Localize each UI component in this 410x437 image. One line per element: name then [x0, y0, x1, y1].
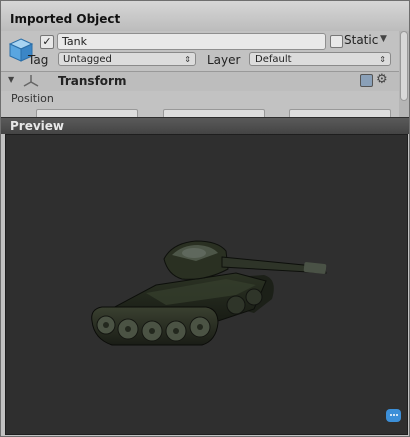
object-name-field[interactable]: Tank: [57, 33, 326, 50]
layer-dropdown[interactable]: Default ⇕: [249, 52, 391, 66]
tank-model-render: [91, 240, 327, 346]
transform-title: Transform: [58, 74, 127, 88]
gear-icon[interactable]: ⚙: [376, 72, 388, 87]
layer-dropdown-arrows-icon: ⇕: [379, 55, 386, 64]
tag-dropdown[interactable]: Untagged ⇕: [58, 52, 196, 66]
tag-dropdown-value: Untagged: [63, 54, 112, 65]
inspector-window: Imported Object ✓ Tank Static ▼ Tag Unta…: [0, 0, 410, 437]
tag-dropdown-arrows-icon: ⇕: [184, 55, 191, 64]
active-checkbox[interactable]: ✓: [40, 35, 54, 49]
model-preview-viewport[interactable]: [5, 134, 408, 435]
inspector-scrollbar-thumb[interactable]: [400, 31, 408, 101]
static-dropdown-arrow-icon[interactable]: ▼: [380, 34, 387, 44]
object-header: ✓ Tank Static ▼ Tag Untagged ⇕ Layer Def…: [1, 31, 409, 71]
inspector-title: Imported Object: [10, 12, 121, 26]
layer-label: Layer: [207, 53, 241, 67]
transform-component-header[interactable]: ▼ Transform ⚙: [1, 71, 409, 91]
preview-header[interactable]: Preview: [1, 117, 409, 134]
static-label: Static: [344, 33, 379, 47]
chat-bubble-icon[interactable]: [386, 409, 401, 422]
transform-axes-icon: [23, 75, 39, 87]
static-checkbox[interactable]: [330, 35, 343, 48]
preview-title: Preview: [10, 119, 65, 133]
position-label: Position: [11, 92, 54, 105]
foldout-arrow-icon[interactable]: ▼: [8, 75, 14, 84]
layer-dropdown-value: Default: [255, 54, 292, 65]
help-book-icon[interactable]: [360, 74, 373, 87]
inspector-title-bar: Imported Object: [1, 1, 409, 32]
tag-label: Tag: [28, 53, 49, 67]
